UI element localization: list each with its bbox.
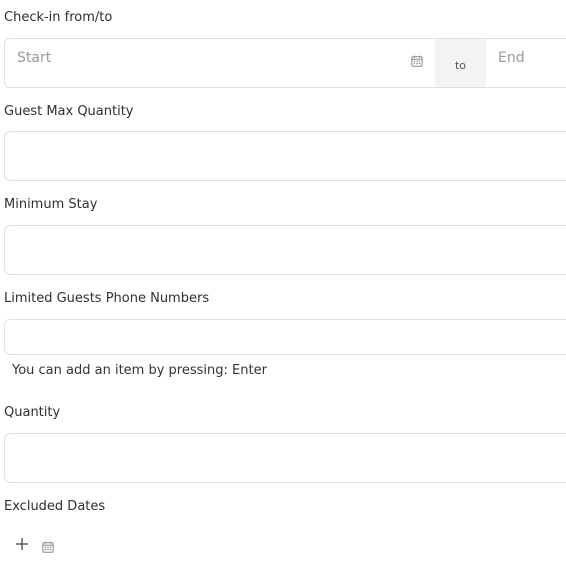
checkin-start-placeholder: Start — [17, 50, 52, 66]
guest-max-quantity-input[interactable] — [4, 131, 566, 181]
limited-guests-phone-numbers-input[interactable] — [4, 319, 566, 355]
add-excluded-date-button[interactable] — [14, 536, 30, 552]
limited-guests-phone-numbers-label: Limited Guests Phone Numbers — [4, 291, 210, 306]
minimum-stay-label: Minimum Stay — [4, 197, 98, 212]
minimum-stay-input[interactable] — [4, 225, 566, 275]
date-range-separator: to — [435, 39, 486, 87]
quantity-input[interactable] — [4, 433, 566, 483]
checkin-end-input[interactable]: End — [486, 39, 566, 87]
quantity-label: Quantity — [4, 405, 61, 420]
booking-restrictions-form: Check-in from/to Start to End Guest Max … — [0, 0, 566, 570]
calendar-icon[interactable] — [411, 52, 423, 67]
plus-icon — [16, 538, 28, 550]
checkin-end-placeholder: End — [498, 50, 525, 66]
phone-numbers-hint: You can add an item by pressing: Enter — [12, 363, 267, 378]
excluded-dates-calendar-icon[interactable] — [42, 538, 54, 553]
guest-max-quantity-label: Guest Max Quantity — [4, 104, 134, 119]
checkin-date-range: Start to End — [4, 38, 566, 88]
excluded-dates-label: Excluded Dates — [4, 499, 106, 514]
checkin-label: Check-in from/to — [4, 10, 113, 25]
checkin-start-input[interactable]: Start — [5, 39, 434, 87]
